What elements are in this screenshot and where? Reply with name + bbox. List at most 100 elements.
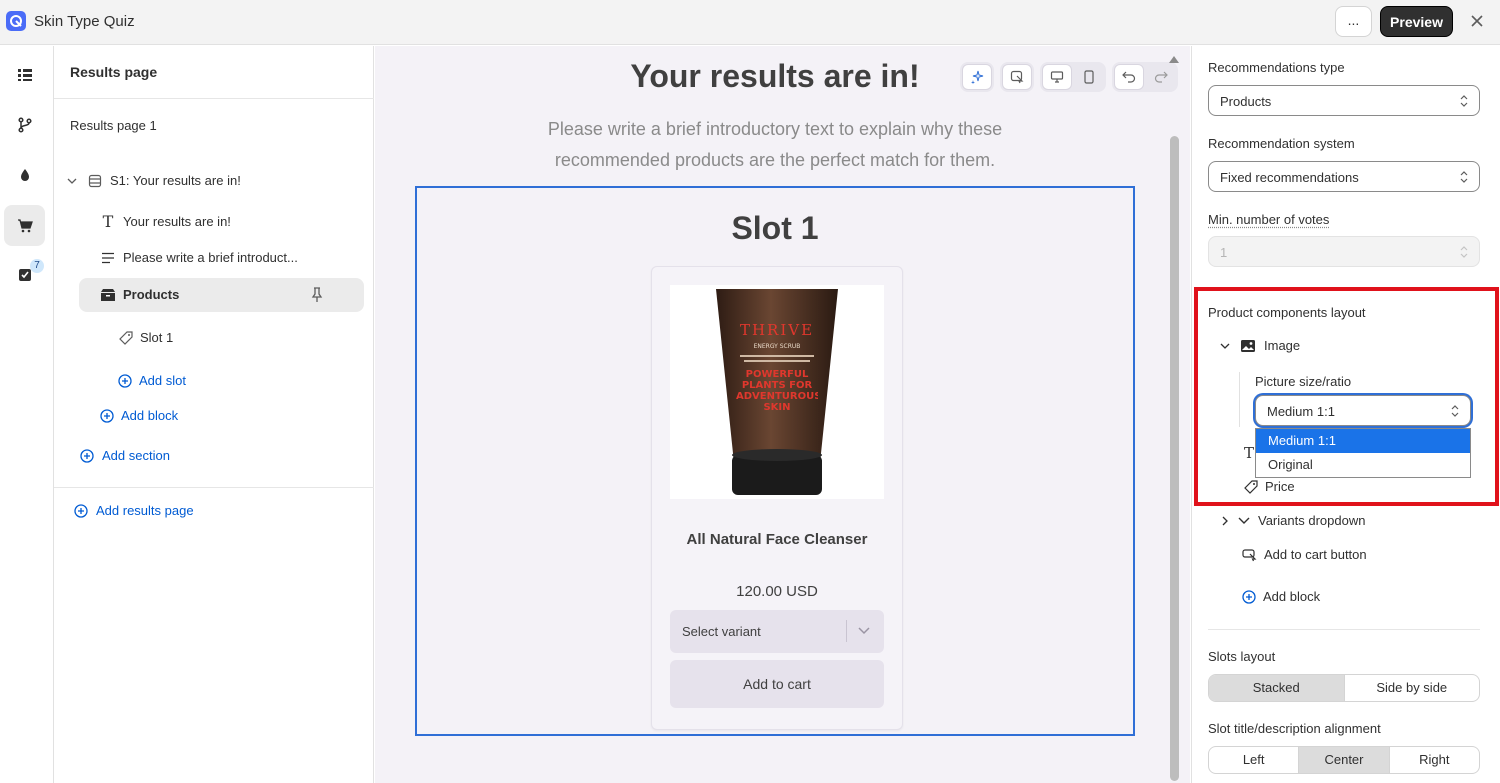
component-variants-label: Variants dropdown bbox=[1258, 513, 1366, 528]
mobile-view-button[interactable] bbox=[1074, 64, 1104, 90]
canvas-scrollbar[interactable] bbox=[1170, 136, 1179, 781]
add-slot-button[interactable]: Add slot bbox=[118, 373, 186, 388]
add-results-page-button[interactable]: Add results page bbox=[74, 503, 194, 518]
add-to-cart-button[interactable]: Add to cart bbox=[670, 660, 884, 708]
recommendations-type-label: Recommendations type bbox=[1208, 60, 1345, 75]
panel-divider bbox=[1208, 629, 1480, 630]
component-price-row[interactable]: Price bbox=[1244, 479, 1295, 494]
mobile-icon bbox=[1084, 70, 1094, 84]
add-block-label: Add block bbox=[121, 408, 179, 423]
add-section-label: Add section bbox=[102, 448, 170, 463]
rail-design-button[interactable] bbox=[4, 154, 45, 195]
chevron-down-icon bbox=[1238, 517, 1250, 524]
alignment-left[interactable]: Left bbox=[1209, 747, 1300, 773]
app-title: Skin Type Quiz bbox=[34, 13, 135, 30]
rail-logic-button[interactable] bbox=[4, 104, 45, 145]
sidebar-divider bbox=[54, 487, 374, 488]
rail-tasks-button[interactable]: 7 bbox=[4, 254, 45, 295]
panel-add-block-button[interactable]: Add block bbox=[1242, 589, 1320, 604]
recommendation-system-label: Recommendation system bbox=[1208, 136, 1355, 151]
chevron-right-icon[interactable] bbox=[1220, 516, 1230, 526]
undo-button[interactable] bbox=[1114, 64, 1144, 90]
desktop-view-button[interactable] bbox=[1042, 64, 1072, 90]
close-icon[interactable] bbox=[1466, 10, 1488, 32]
component-add-to-cart-row[interactable]: Add to cart button bbox=[1242, 547, 1367, 562]
scroll-up-arrow[interactable] bbox=[1169, 56, 1179, 63]
picture-size-select[interactable]: Medium 1:1 bbox=[1255, 395, 1471, 426]
chevron-down-icon[interactable] bbox=[66, 176, 78, 186]
variant-select-label: Select variant bbox=[682, 624, 761, 639]
chevron-down-icon[interactable] bbox=[1220, 341, 1230, 351]
ai-sparkle-button[interactable] bbox=[962, 64, 992, 90]
results-intro-text[interactable]: Please write a brief introductory text t… bbox=[525, 114, 1025, 176]
slots-layout-stacked[interactable]: Stacked bbox=[1209, 675, 1345, 701]
product-name: All Natural Face Cleanser bbox=[686, 531, 868, 548]
results-page-item[interactable]: Results page 1 bbox=[70, 118, 157, 133]
rail-products-button[interactable] bbox=[4, 205, 45, 246]
rail-sections-button[interactable] bbox=[4, 54, 45, 95]
add-slot-label: Add slot bbox=[139, 373, 186, 388]
list-icon bbox=[17, 68, 32, 81]
slots-layout-toggle: Stacked Side by side bbox=[1208, 674, 1480, 702]
droplet-icon bbox=[20, 168, 29, 181]
component-price-label: Price bbox=[1265, 479, 1295, 494]
redo-icon bbox=[1154, 71, 1168, 83]
variant-separator bbox=[846, 620, 847, 642]
picture-size-label: Picture size/ratio bbox=[1255, 374, 1352, 389]
block-item-text[interactable]: Please write a brief introduct... bbox=[100, 250, 298, 265]
image-icon bbox=[1241, 339, 1255, 352]
nested-indent-line bbox=[1239, 372, 1240, 427]
component-variants-row[interactable]: Variants dropdown bbox=[1220, 513, 1365, 528]
product-price: 120.00 USD bbox=[736, 583, 818, 600]
select-arrows-icon bbox=[1451, 405, 1459, 417]
desktop-icon bbox=[1050, 71, 1064, 83]
pin-icon[interactable] bbox=[310, 287, 324, 303]
plus-circle-icon bbox=[118, 373, 132, 388]
sidebar-header: Results page bbox=[70, 64, 158, 80]
add-section-button[interactable]: Add section bbox=[80, 448, 170, 463]
block-item-heading[interactable]: T Your results are in! bbox=[100, 212, 231, 231]
cart-icon bbox=[17, 218, 33, 232]
recommendations-type-select[interactable]: Products bbox=[1208, 85, 1480, 116]
plus-circle-icon bbox=[80, 448, 94, 463]
alignment-right[interactable]: Right bbox=[1390, 747, 1479, 773]
tasks-count-badge: 7 bbox=[30, 259, 44, 273]
inspect-button[interactable] bbox=[1002, 64, 1032, 90]
recommendation-system-select[interactable]: Fixed recommendations bbox=[1208, 161, 1480, 192]
select-arrows-icon bbox=[1460, 246, 1468, 258]
block-item-products-label: Products bbox=[123, 287, 180, 302]
slot-item-label: Slot 1 bbox=[140, 330, 174, 345]
picture-size-value: Medium 1:1 bbox=[1267, 404, 1335, 419]
dropdown-option-original[interactable]: Original bbox=[1256, 453, 1470, 477]
picture-size-dropdown: Medium 1:1 Original bbox=[1255, 428, 1471, 478]
slot-item[interactable]: Slot 1 bbox=[118, 330, 173, 345]
component-image-label: Image bbox=[1264, 338, 1301, 353]
recommendations-type-value: Products bbox=[1220, 94, 1272, 109]
select-arrows-icon bbox=[1460, 95, 1468, 107]
slots-layout-side-by-side[interactable]: Side by side bbox=[1345, 675, 1480, 701]
slots-layout-label: Slots layout bbox=[1208, 649, 1276, 664]
more-actions-button[interactable]: ... bbox=[1335, 6, 1372, 37]
undo-icon bbox=[1122, 71, 1136, 83]
product-card[interactable]: THRIVE ENERGY SCRUB POWERFUL PLANTS FOR … bbox=[651, 266, 903, 730]
dropdown-option-medium[interactable]: Medium 1:1 bbox=[1256, 429, 1470, 453]
section-icon bbox=[88, 174, 102, 188]
product-layout-label: Product components layout bbox=[1208, 305, 1366, 320]
section-item-label: S1: Your results are in! bbox=[110, 173, 241, 188]
alignment-center[interactable]: Center bbox=[1299, 747, 1390, 773]
component-image-row[interactable]: Image bbox=[1220, 338, 1300, 353]
product-image-brand: THRIVE bbox=[740, 321, 814, 339]
text-heading-icon: T bbox=[1244, 444, 1255, 462]
preview-button[interactable]: Preview bbox=[1380, 6, 1453, 37]
icon-rail: 7 bbox=[0, 46, 54, 783]
plus-circle-icon bbox=[100, 408, 114, 423]
section-item[interactable]: S1: Your results are in! bbox=[66, 173, 241, 188]
sidebar-divider bbox=[54, 98, 374, 99]
block-item-products-content[interactable]: Products bbox=[100, 287, 179, 302]
variant-select[interactable]: Select variant bbox=[670, 610, 884, 653]
add-block-button[interactable]: Add block bbox=[100, 408, 178, 423]
text-heading-icon: T bbox=[102, 212, 114, 231]
redo-button[interactable] bbox=[1146, 64, 1176, 90]
alignment-toggle: Left Center Right bbox=[1208, 746, 1480, 774]
slot-container[interactable]: Slot 1 THRIVE ENERGY SCRUB POWERFUL PLAN… bbox=[415, 186, 1135, 736]
